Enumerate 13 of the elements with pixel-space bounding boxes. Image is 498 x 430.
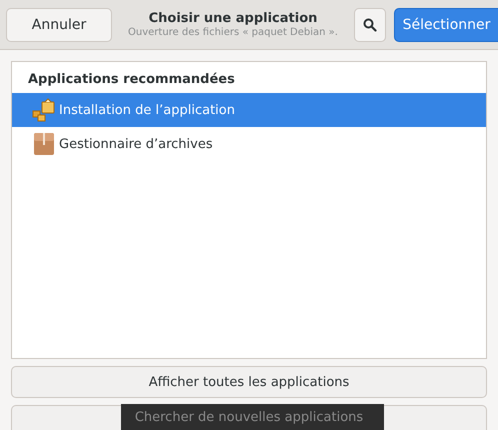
box-icon (32, 132, 56, 156)
cancel-button[interactable]: Annuler (6, 8, 112, 42)
search-icon (363, 18, 377, 32)
show-all-apps-button[interactable]: Afficher toutes les applications (11, 366, 487, 398)
find-new-apps-button[interactable]: Chercher de nouvelles applications (11, 405, 487, 429)
app-list-item[interactable]: Gestionnaire d’archives (12, 127, 486, 161)
dialog-title: Choisir une application (148, 11, 318, 26)
search-button[interactable] (354, 8, 386, 42)
app-list-item[interactable]: Installation de l’application (12, 93, 486, 127)
section-heading: Applications recommandées (27, 71, 236, 89)
select-button[interactable]: Sélectionner (394, 8, 498, 42)
dialog-subtitle: Ouverture des fichiers « paquet Debian ». (128, 27, 338, 38)
package-icon (32, 98, 56, 122)
